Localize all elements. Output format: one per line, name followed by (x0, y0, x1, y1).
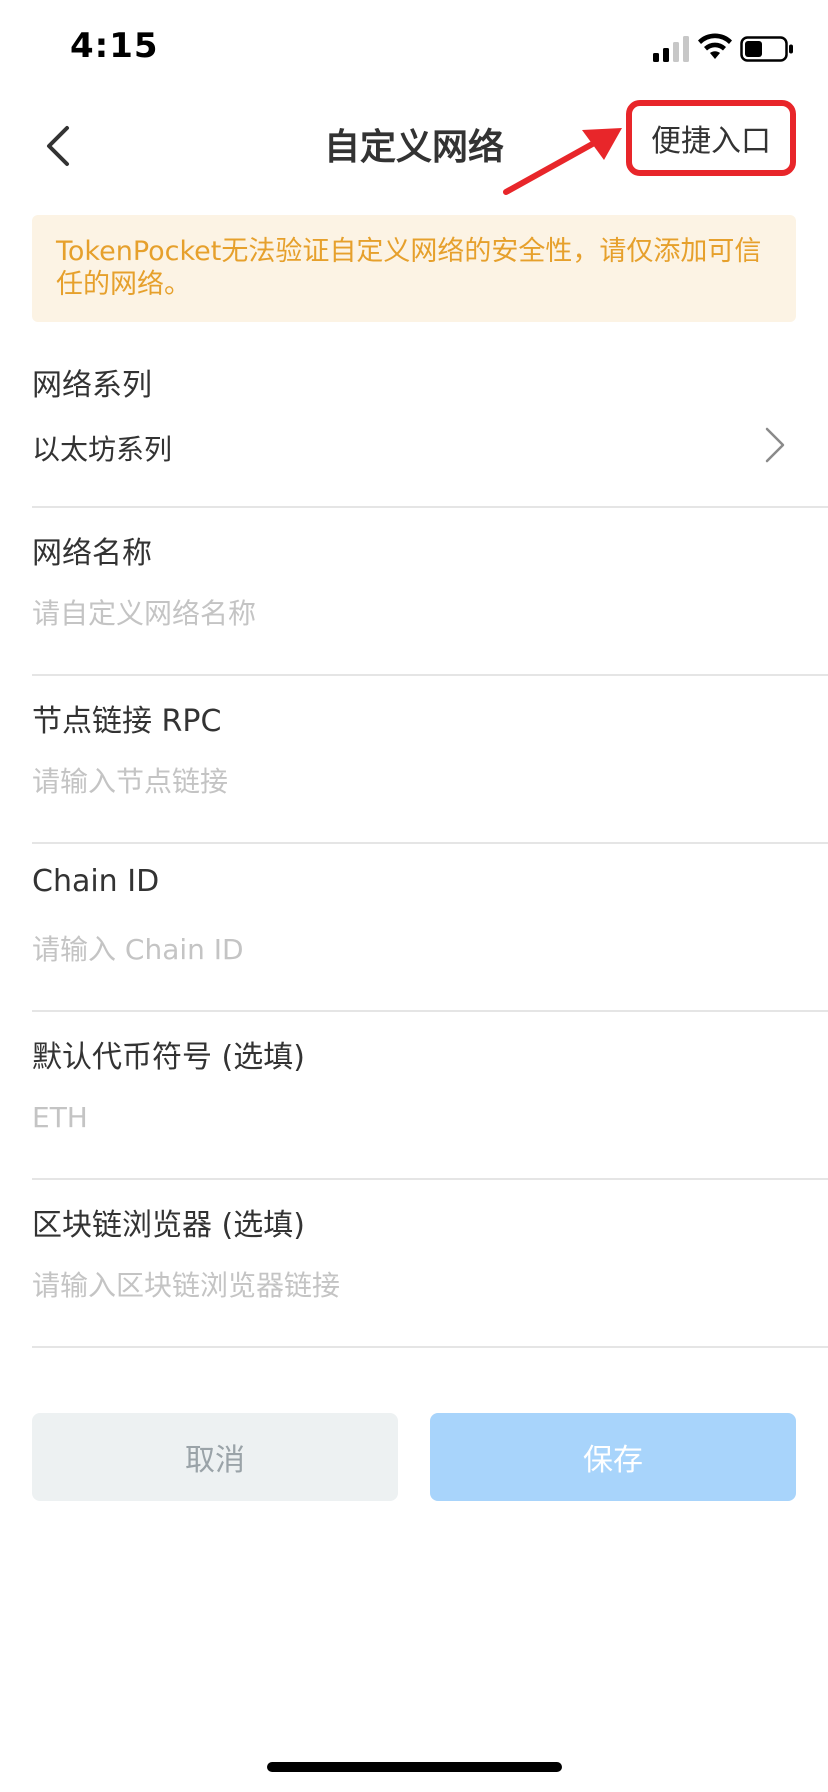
network-series-label: 网络系列 (32, 368, 152, 403)
status-bar: 4:15 (0, 0, 828, 100)
network-series-value: 以太坊系列 (32, 433, 173, 466)
nav-bar: 自定义网络 便捷入口 (0, 100, 828, 200)
status-time: 4:15 (70, 26, 159, 66)
rpc-url-input[interactable] (32, 758, 772, 804)
explorer-url-label: 区块链浏览器 (选填) (32, 1208, 305, 1243)
wifi-icon (698, 33, 732, 59)
currency-symbol-input[interactable] (32, 1094, 772, 1140)
battery-icon (740, 36, 793, 62)
network-name-input[interactable] (32, 590, 772, 636)
rpc-url-label: 节点链接 RPC (32, 704, 222, 739)
currency-symbol-label: 默认代币符号 (选填) (32, 1040, 305, 1075)
network-name-label: 网络名称 (32, 536, 152, 571)
chain-id-label: Chain ID (32, 864, 160, 899)
rpc-url-field: 节点链接 RPC (32, 676, 828, 844)
chevron-right-icon (765, 427, 785, 463)
save-button[interactable]: 保存 (430, 1413, 796, 1501)
annotation-arrow-icon (503, 128, 622, 195)
explorer-url-input[interactable] (32, 1262, 772, 1308)
network-series-field[interactable]: 网络系列 以太坊系列 (32, 340, 828, 508)
chain-id-field: Chain ID (32, 844, 828, 1012)
signal-icon (653, 36, 689, 62)
security-warning-banner: TokenPocket无法验证自定义网络的安全性，请仅添加可信任的网络。 (32, 215, 796, 322)
network-form: 网络系列 以太坊系列 网络名称 节点链接 RPC Chain ID 默认代币符号… (32, 340, 828, 1348)
home-indicator[interactable] (267, 1762, 562, 1772)
cancel-button[interactable]: 取消 (32, 1413, 398, 1501)
explorer-url-field: 区块链浏览器 (选填) (32, 1180, 828, 1348)
currency-symbol-field: 默认代币符号 (选填) (32, 1012, 828, 1180)
shortcut-button[interactable]: 便捷入口 (626, 100, 796, 176)
custom-network-screen: 4:15 自定义网络 便捷入口 TokenPocket无法验证自定义网络的安全性… (0, 0, 828, 1792)
network-name-field: 网络名称 (32, 508, 828, 676)
chain-id-input[interactable] (32, 926, 772, 972)
